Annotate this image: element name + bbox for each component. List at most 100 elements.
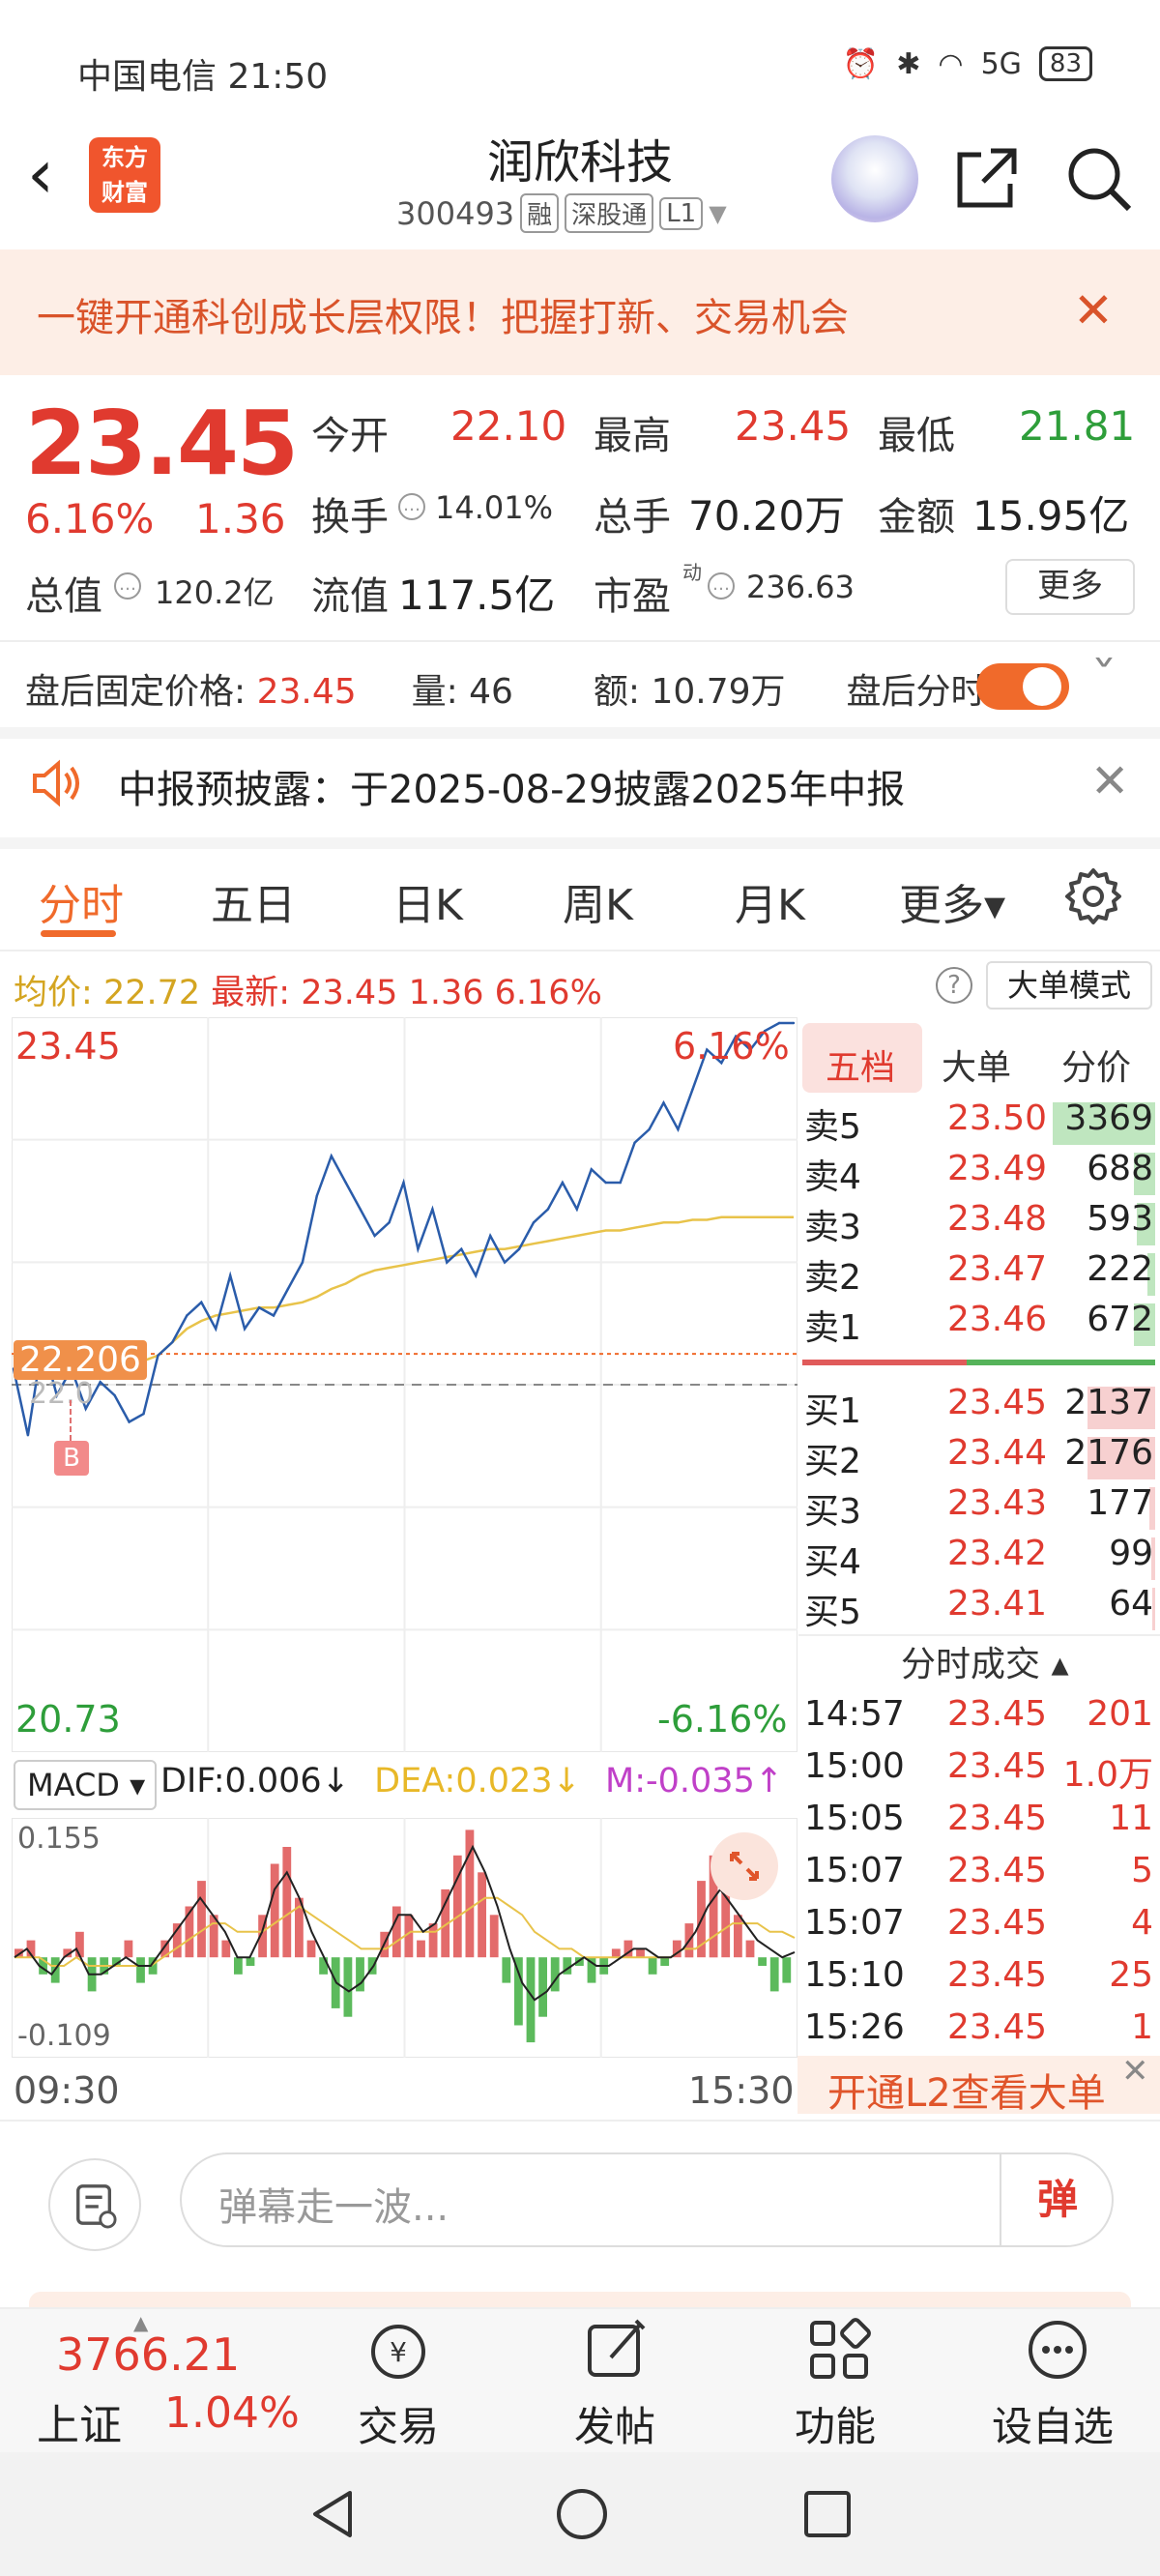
current-price: 23.45 [25, 392, 299, 495]
stock-subtitle[interactable]: 300493 融 深股通 L1 ▼ [396, 193, 727, 233]
price-point [186, 1314, 188, 1317]
price-point [633, 1141, 636, 1144]
bid-row: 买5 23.41 64 [804, 1584, 1155, 1632]
tab-monthly-k[interactable]: 月K [735, 870, 805, 932]
price-point [619, 1181, 622, 1185]
nav-post[interactable]: 发帖 [574, 2394, 655, 2453]
tab-five-day[interactable]: 五日 [211, 870, 296, 932]
more-button[interactable]: 更多 [1005, 559, 1135, 615]
float-value: 117.5亿 [398, 571, 556, 619]
l2-upgrade-text[interactable]: 开通L2查看大单 [827, 2062, 1106, 2118]
info-icon[interactable]: … [398, 493, 425, 520]
price-point [575, 1208, 578, 1211]
macd-bar [136, 1957, 145, 1983]
price-point [648, 1127, 651, 1131]
expand-icon[interactable] [710, 1832, 778, 1900]
trade-row: 15:07 23.45 4 [804, 1903, 1153, 1943]
assistant-avatar[interactable] [831, 135, 918, 222]
chevron-down-icon[interactable]: ˅ [1090, 654, 1117, 698]
price-point [200, 1301, 203, 1303]
home-nav-icon[interactable] [553, 2485, 611, 2543]
volume-label: 总手 [594, 495, 671, 540]
tab-daily-k[interactable]: 日K [392, 870, 463, 932]
speaker-icon [33, 759, 79, 807]
price-point [272, 1314, 276, 1317]
macd-bar [489, 1915, 499, 1958]
stock-code: 300493 [396, 194, 515, 232]
danmu-button[interactable]: 弹 [1000, 2152, 1114, 2247]
back-nav-icon[interactable] [305, 2485, 360, 2543]
close-icon[interactable]: ✕ [1073, 282, 1114, 338]
indicator-select[interactable]: MACD ▾ [14, 1760, 157, 1810]
buy-marker-stem [70, 1400, 72, 1441]
macd-bar [124, 1940, 133, 1958]
post-icon[interactable] [582, 2315, 652, 2385]
macd-chart[interactable] [12, 1818, 798, 2058]
low-label: 最低 [878, 414, 955, 458]
macd-bar [782, 1957, 792, 1983]
macd-bar [306, 1940, 316, 1958]
ask-row: 卖3 23.48 593 [804, 1199, 1155, 1247]
notice-text[interactable]: 中报预披露：于2025-08-29披露2025年中报 [118, 758, 905, 814]
toggle-knob [1023, 667, 1061, 706]
bid-row: 买3 23.43 177 [804, 1483, 1155, 1532]
grid-icon[interactable] [804, 2315, 874, 2385]
chart-bottom-pct: -6.16% [657, 1698, 788, 1741]
turnover-label: 换手 [311, 495, 389, 540]
price-point [446, 1261, 449, 1264]
chart-header: 均价: 22.72 最新: 23.45 1.36 6.16% [14, 974, 602, 1012]
tab-weekly-k[interactable]: 周K [563, 870, 633, 932]
macd-bar [769, 1957, 779, 1992]
price-chart[interactable] [12, 1017, 798, 1752]
index-value[interactable]: 3766.21 [56, 2328, 240, 2381]
trade-icon[interactable]: ¥ [363, 2315, 433, 2385]
price-point [99, 1381, 102, 1384]
alarm-icon: ⏰ [842, 46, 880, 81]
macd-bar [478, 1872, 486, 1958]
price-point [286, 1287, 290, 1291]
change-percent: 6.16% [25, 495, 155, 542]
price-point [171, 1340, 174, 1344]
big-order-mode-button[interactable]: 大单模式 [986, 961, 1152, 1010]
tab-price-dist[interactable]: 分价 [1061, 1039, 1131, 1090]
trade-row: 15:26 23.45 1 [804, 2007, 1153, 2047]
tab-five-levels[interactable]: 五档 [826, 1039, 895, 1090]
close-icon[interactable]: ✕ [1121, 2052, 1149, 2091]
search-icon[interactable] [1063, 143, 1133, 213]
price-point [792, 1021, 796, 1025]
price-point [301, 1261, 304, 1264]
price-point [113, 1393, 116, 1397]
macd-bar [417, 1940, 425, 1958]
nav-functions[interactable]: 功能 [795, 2394, 876, 2453]
close-icon[interactable]: ✕ [1090, 754, 1129, 808]
nav-add-watchlist[interactable]: 设自选 [992, 2394, 1114, 2453]
status-icons: ⏰ ✱ ◠ 5G 83 [843, 46, 1092, 81]
trades-title[interactable]: 分时成交 ▴ [901, 1636, 1069, 1686]
tab-big-orders[interactable]: 大单 [942, 1039, 1011, 1090]
after-hours-volume: 46 [469, 672, 513, 712]
recents-nav-icon[interactable] [800, 2487, 855, 2541]
gear-icon[interactable] [1063, 866, 1123, 926]
bid-ask-ratio-bid [802, 1360, 967, 1365]
price-point [257, 1306, 261, 1309]
tab-intraday[interactable]: 分时 [39, 870, 124, 932]
time-end: 15:30 [688, 2069, 795, 2112]
nav-trade[interactable]: 交易 [358, 2394, 439, 2453]
more-dots-icon[interactable] [1023, 2315, 1092, 2385]
info-icon[interactable]: … [114, 572, 141, 600]
price-point [344, 1181, 347, 1185]
tab-more[interactable]: 更多▾ [899, 870, 1005, 932]
tag-level: L1 [659, 196, 704, 230]
svg-text:¥: ¥ [390, 2336, 407, 2368]
price-point [315, 1194, 318, 1197]
buy-marker[interactable]: B [54, 1441, 89, 1476]
mktcap-value: 120.2亿 [155, 574, 275, 611]
chart-top-pct: 6.16% [673, 1025, 790, 1068]
last-change: 1.36 [408, 974, 484, 1012]
share-icon[interactable] [952, 143, 1022, 213]
float-label: 流值 [311, 574, 389, 619]
comment-list-icon[interactable] [48, 2158, 141, 2251]
price-point [677, 1127, 680, 1131]
help-icon[interactable]: ? [936, 967, 972, 1004]
info-icon[interactable]: … [708, 572, 735, 600]
